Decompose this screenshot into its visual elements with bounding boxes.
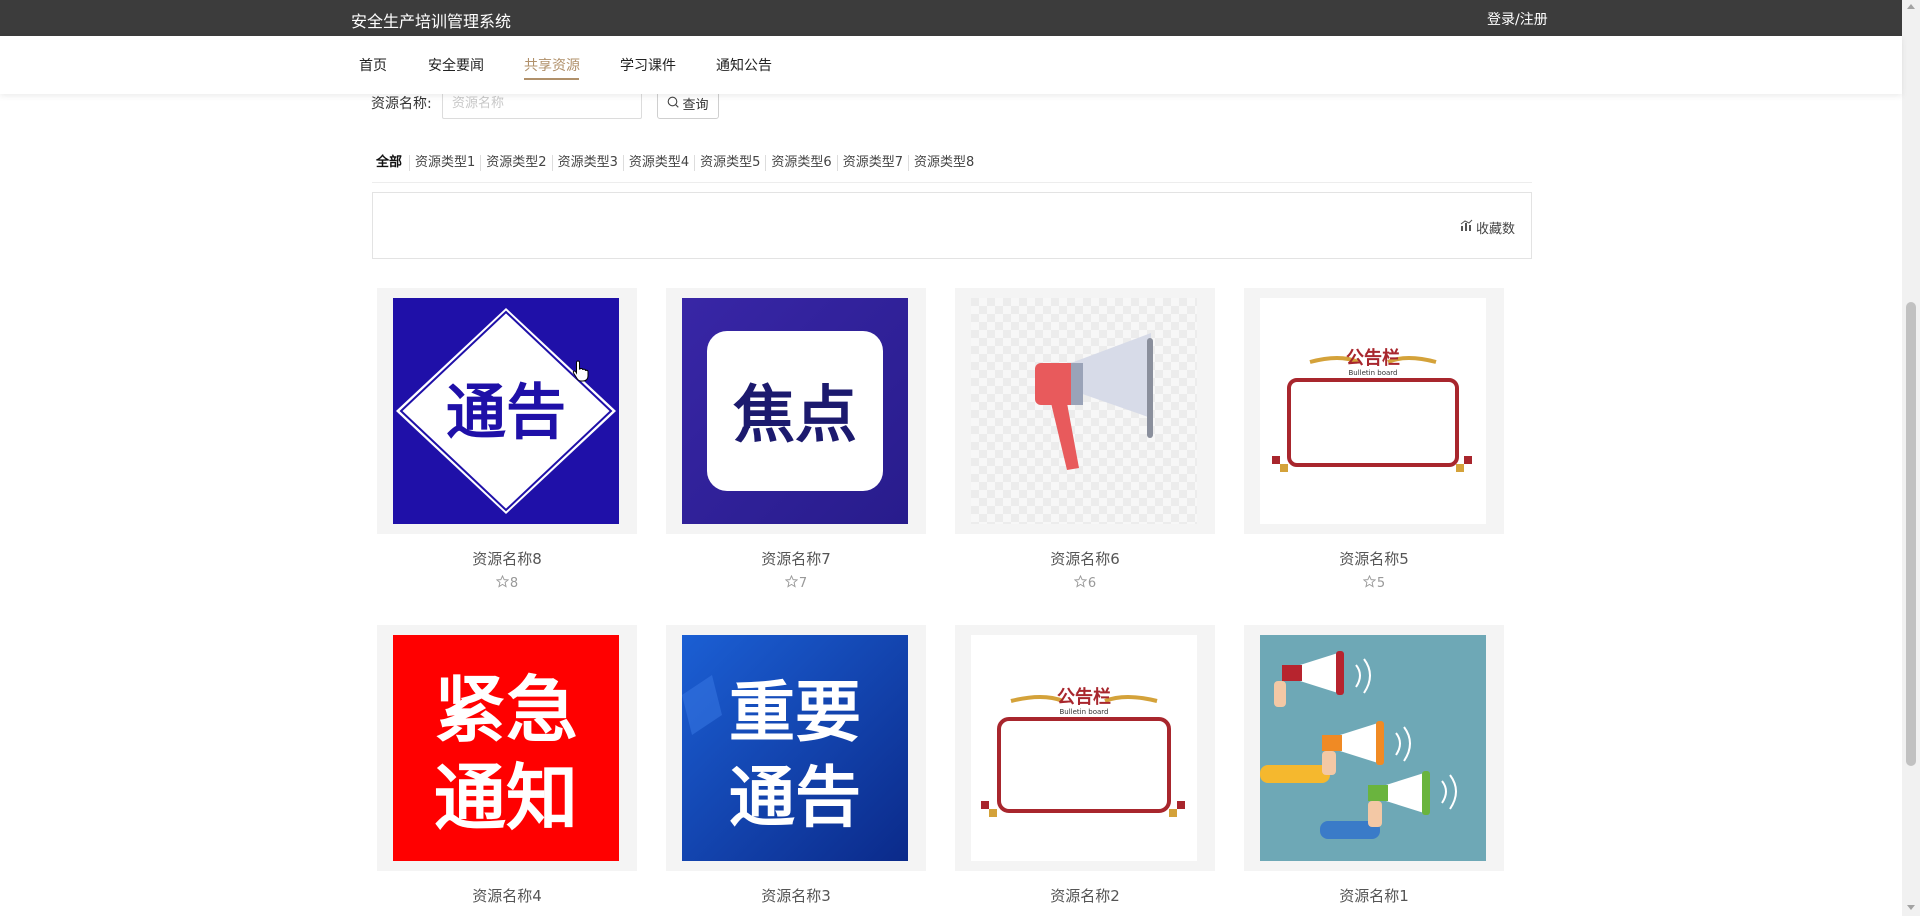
favorite-count[interactable]: 8	[377, 574, 637, 592]
focus-text: 焦点	[733, 378, 857, 451]
search-label: 资源名称:	[371, 96, 432, 112]
resource-thumbnail: 通告	[393, 298, 619, 524]
favorite-count[interactable]: 7	[666, 574, 926, 592]
card-frame: 紧急 通知	[377, 625, 637, 871]
star-icon	[495, 574, 510, 592]
resource-card[interactable]: 通告 资源名称8 8	[377, 288, 637, 592]
resource-card[interactable]: 焦点 资源名称7 7	[666, 288, 926, 592]
star-icon	[784, 574, 799, 592]
resource-card[interactable]: 资源名称6 6	[955, 288, 1215, 592]
resource-name: 资源名称2	[1050, 887, 1120, 905]
resource-thumbnail: 公告栏 Bulletin board	[1260, 298, 1486, 524]
star-icon	[1073, 574, 1088, 592]
resource-name: 资源名称3	[761, 887, 831, 905]
nav-item-home[interactable]: 首页	[359, 55, 387, 75]
card-frame	[1244, 625, 1504, 871]
category-type-6[interactable]: 资源类型6	[765, 155, 836, 171]
nav-item-announcements[interactable]: 通知公告	[716, 55, 772, 75]
svg-text:紧急: 紧急	[434, 668, 578, 752]
category-type-3[interactable]: 资源类型3	[551, 155, 623, 171]
category-type-4[interactable]: 资源类型4	[622, 155, 694, 171]
card-frame: 公告栏 Bulletin board	[955, 625, 1215, 871]
resource-name: 资源名称4	[472, 887, 542, 905]
site-title: 安全生产培训管理系统	[351, 12, 512, 31]
resource-thumbnail: 紧急 通知	[393, 635, 619, 861]
resource-card[interactable]: 公告栏 Bulletin board 资源名称2	[955, 625, 1215, 906]
resource-card[interactable]: 紧急 通知 资源名称4	[377, 625, 637, 906]
resource-name: 资源名称8	[472, 550, 542, 568]
resource-name: 资源名称5	[1339, 550, 1409, 568]
card-frame: 焦点	[666, 288, 926, 534]
search-icon	[667, 96, 680, 112]
scroll-up-arrow-icon[interactable]	[1907, 4, 1915, 9]
category-type-1[interactable]: 资源类型1	[409, 155, 480, 171]
favorite-count[interactable]: 5	[1244, 574, 1504, 592]
top-bar: 安全生产培训管理系统 登录/注册	[0, 0, 1920, 36]
nav-item-safety-news[interactable]: 安全要闻	[428, 55, 484, 75]
favorite-count[interactable]: 6	[955, 574, 1215, 592]
svg-text:公告栏: 公告栏	[1346, 347, 1400, 369]
resource-card[interactable]: 公告栏 Bulletin board 资源名称5 5	[1244, 288, 1504, 592]
scroll-down-arrow-icon[interactable]	[1907, 905, 1915, 910]
resource-thumbnail: 公告栏 Bulletin board	[971, 635, 1197, 861]
sort-by-favorites-button[interactable]: 收藏数	[1460, 218, 1515, 237]
nav-item-shared-resources[interactable]: 共享资源	[524, 55, 580, 75]
bar-chart-icon	[1460, 219, 1473, 236]
resource-name: 资源名称7	[761, 550, 831, 568]
category-type-7[interactable]: 资源类型7	[836, 155, 908, 171]
card-frame: 公告栏 Bulletin board	[1244, 288, 1504, 534]
resource-card[interactable]: 重要 通告 资源名称3	[666, 625, 926, 906]
resource-name: 资源名称6	[1050, 550, 1120, 568]
svg-text:重要: 重要	[729, 673, 861, 751]
svg-text:公告栏: 公告栏	[1057, 686, 1111, 708]
svg-text:通告: 通告	[729, 758, 861, 836]
svg-text:通知: 通知	[434, 756, 578, 840]
svg-text:Bulletin board: Bulletin board	[1060, 708, 1109, 716]
hand-pointer-cursor-icon	[572, 360, 590, 386]
main-nav: 首页 安全要闻 共享资源 学习课件 通知公告	[0, 36, 1902, 94]
nav-item-courseware[interactable]: 学习课件	[620, 55, 676, 75]
nav-active-indicator	[524, 78, 579, 80]
resource-name: 资源名称1	[1339, 887, 1409, 905]
card-frame: 重要 通告	[666, 625, 926, 871]
category-filter: 全部 资源类型1 资源类型2 资源类型3 资源类型4 资源类型5 资源类型6 资…	[376, 154, 979, 172]
search-button-label: 查询	[682, 98, 709, 113]
sort-panel: 收藏数	[372, 192, 1532, 259]
card-frame	[955, 288, 1215, 534]
star-icon	[1362, 574, 1377, 592]
sort-label: 收藏数	[1475, 222, 1515, 237]
card-frame: 通告	[377, 288, 637, 534]
resource-thumbnail	[1260, 635, 1486, 861]
resource-thumbnail	[971, 298, 1197, 524]
divider	[372, 182, 1532, 183]
svg-text:Bulletin board: Bulletin board	[1349, 369, 1398, 377]
category-all[interactable]: 全部	[376, 155, 409, 171]
notice-text: 通告	[446, 378, 566, 448]
category-type-2[interactable]: 资源类型2	[480, 155, 551, 171]
login-register-link[interactable]: 登录/注册	[1487, 9, 1548, 29]
scrollbar-thumb[interactable]	[1906, 302, 1916, 766]
resource-thumbnail: 焦点	[682, 298, 908, 524]
resource-card[interactable]: 资源名称1	[1244, 625, 1504, 906]
category-type-8[interactable]: 资源类型8	[907, 155, 979, 171]
category-type-5[interactable]: 资源类型5	[694, 155, 765, 171]
resource-thumbnail: 重要 通告	[682, 635, 908, 861]
